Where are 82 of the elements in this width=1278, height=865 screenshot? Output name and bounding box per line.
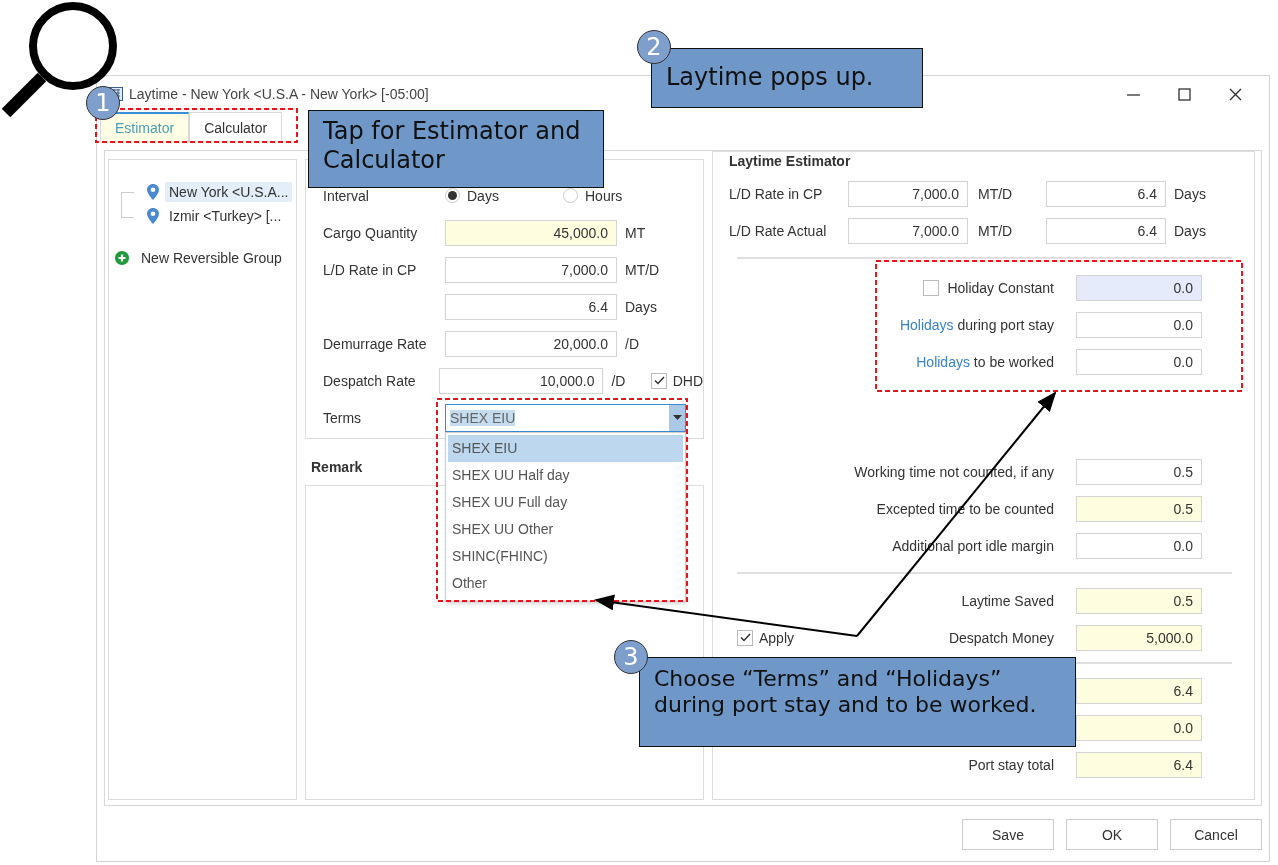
- input-field[interactable]: 0.5: [1076, 587, 1202, 614]
- pin-icon: [147, 184, 159, 200]
- dialog-button[interactable]: Save: [962, 819, 1054, 850]
- input-field[interactable]: 20,000.0: [445, 330, 617, 357]
- field-label: Cargo Quantity: [323, 224, 419, 241]
- field-label: Terms: [323, 409, 363, 426]
- dropdown-option[interactable]: Other: [448, 570, 683, 597]
- dropdown-option[interactable]: SHINC(FHINC): [448, 543, 683, 570]
- holidays-link[interactable]: Holidays: [899, 316, 954, 333]
- close-icon[interactable]: [1229, 87, 1242, 101]
- tree-item[interactable]: Izmir <Turkey> [...: [165, 206, 286, 226]
- input-field[interactable]: 0.0: [1076, 714, 1202, 741]
- radio-label: Hours: [585, 187, 623, 204]
- input-field[interactable]: 7,000.0: [848, 217, 968, 244]
- input-field[interactable]: 10,000.0: [439, 367, 604, 394]
- terms-dropdown[interactable]: SHEX EIU: [445, 403, 686, 432]
- unit-label: MT/D: [978, 222, 1014, 239]
- step-number: 1: [86, 86, 120, 120]
- pin-icon: [147, 208, 159, 224]
- input-field[interactable]: 6.4: [445, 293, 617, 320]
- input-field[interactable]: 0.0: [1076, 348, 1202, 375]
- input-field[interactable]: 7,000.0: [848, 180, 968, 207]
- checkbox[interactable]: [737, 629, 753, 646]
- unit-label: Days: [625, 298, 658, 315]
- new-group-link[interactable]: New Reversible Group: [141, 250, 282, 266]
- input-field[interactable]: 0.5: [1076, 495, 1202, 522]
- field-label: Demurrage Rate: [323, 335, 428, 352]
- unit-label: Days: [1174, 185, 1206, 202]
- window-title: Laytime - New York <U.S.A - New York> [-05:00]: [129, 86, 429, 102]
- field-label: Port stay total: [968, 756, 1054, 773]
- check-icon: [739, 633, 751, 642]
- tree-connector: [121, 192, 134, 218]
- holidays-link[interactable]: Holidays: [916, 353, 970, 370]
- section-title: Laytime Estimator: [728, 153, 852, 171]
- dropdown-option[interactable]: SHEX UU Full day: [448, 489, 683, 516]
- add-icon[interactable]: [115, 251, 129, 265]
- checkbox-label: Holiday Constant: [947, 279, 1054, 296]
- input-field[interactable]: 7,000.0: [445, 256, 617, 283]
- unit-label: MT/D: [625, 261, 661, 278]
- unit-label: MT: [625, 224, 647, 241]
- dropdown-option[interactable]: SHEX UU Half day: [448, 462, 683, 489]
- tab[interactable]: Calculator: [189, 112, 283, 142]
- checkbox[interactable]: [651, 372, 667, 389]
- input-field[interactable]: 5,000.0: [1076, 624, 1202, 651]
- field-label: Interval: [323, 187, 370, 204]
- section-title: Remark: [311, 459, 363, 477]
- unit-label: /D: [625, 335, 640, 352]
- checkbox-label: Apply: [759, 629, 795, 646]
- radio-label: Days: [467, 187, 499, 204]
- callout-box: Tap for Estimator and Calculator: [308, 110, 604, 188]
- input-field[interactable]: 6.4: [1046, 217, 1166, 244]
- input-field[interactable]: 6.4: [1076, 677, 1202, 704]
- dropdown-option[interactable]: SHEX UU Other: [448, 516, 683, 543]
- input-field[interactable]: 45,000.0: [445, 219, 617, 246]
- input-field[interactable]: 0.0: [1076, 532, 1202, 559]
- field-label: Holidays to be worked: [916, 353, 1054, 370]
- radio-button[interactable]: [563, 188, 578, 203]
- input-field[interactable]: 6.4: [1076, 751, 1202, 778]
- input-field[interactable]: 0.5: [1076, 458, 1202, 485]
- checkbox-label: DHD: [672, 372, 703, 389]
- unit-label: MT/D: [978, 185, 1014, 202]
- input-field[interactable]: 6.4: [1046, 180, 1166, 207]
- unit-label: Days: [1174, 222, 1206, 239]
- dialog-button[interactable]: OK: [1066, 819, 1158, 850]
- radio-button[interactable]: [445, 188, 460, 203]
- unit-label: /D: [611, 372, 627, 389]
- field-label: L/D Rate Actual: [729, 222, 828, 239]
- field-label: Laytime Saved: [961, 592, 1054, 609]
- tree-item[interactable]: New York <U.S.A...: [165, 182, 293, 202]
- callout-box: Choose “Terms” and “Holidays” during port stay and to be worked.: [639, 657, 1076, 747]
- check-icon: [653, 376, 665, 385]
- field-label: L/D Rate in CP: [729, 185, 824, 202]
- field-label: L/D Rate in CP: [323, 261, 418, 278]
- input-field[interactable]: 0.0: [1076, 311, 1202, 338]
- search-icon: [1, 2, 117, 118]
- maximize-icon[interactable]: [1178, 87, 1191, 101]
- caret-icon: [672, 415, 682, 420]
- field-label: Holidays during port stay: [899, 316, 1054, 333]
- dialog-button[interactable]: Cancel: [1170, 819, 1262, 850]
- dropdown-option[interactable]: SHEX EIU: [448, 435, 683, 462]
- field-label: Despatch Rate: [323, 372, 417, 389]
- field-label: Despatch Money: [948, 629, 1054, 646]
